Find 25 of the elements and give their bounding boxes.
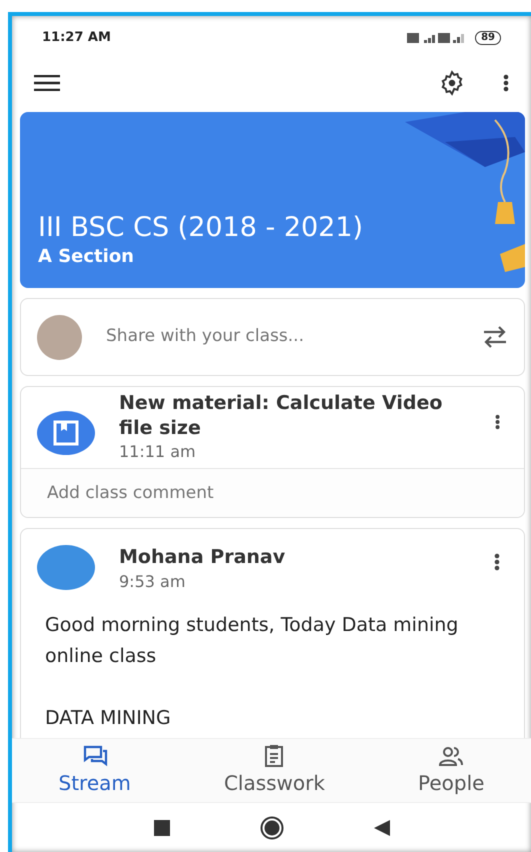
menu-icon[interactable] bbox=[34, 75, 60, 91]
post-time: 11:11 am bbox=[119, 441, 197, 464]
home-icon[interactable] bbox=[260, 816, 284, 840]
stream-tab[interactable]: Stream bbox=[58, 744, 131, 798]
more-options-icon[interactable] bbox=[503, 74, 509, 92]
post-text: DATA MINING bbox=[45, 706, 172, 731]
settings-icon[interactable] bbox=[439, 70, 465, 96]
more-options-icon[interactable] bbox=[494, 413, 500, 431]
post-text: Good morning students, Today Data mining online class bbox=[45, 613, 460, 670]
class-section: A Section bbox=[38, 243, 507, 270]
status-time: 11:27 AM bbox=[42, 29, 111, 48]
classwork-tab[interactable]: Classwork bbox=[224, 744, 325, 798]
author-name: Mohana Pranav bbox=[119, 545, 286, 570]
more-options-icon[interactable] bbox=[494, 553, 500, 572]
recent-apps-icon[interactable] bbox=[154, 820, 170, 836]
material-title[interactable]: New material: Calculate Video file size bbox=[119, 391, 471, 440]
battery-level: 89 bbox=[475, 31, 501, 45]
back-icon[interactable] bbox=[374, 820, 390, 836]
material-icon bbox=[37, 411, 95, 455]
post-time: 9:53 am bbox=[119, 571, 186, 594]
stream-icon bbox=[82, 744, 108, 768]
avatar-placeholder bbox=[37, 314, 82, 360]
repost-icon[interactable] bbox=[482, 325, 508, 349]
people-tab[interactable]: People bbox=[418, 744, 484, 798]
class-title: III BSC CS (2018 - 2021) bbox=[38, 213, 364, 243]
